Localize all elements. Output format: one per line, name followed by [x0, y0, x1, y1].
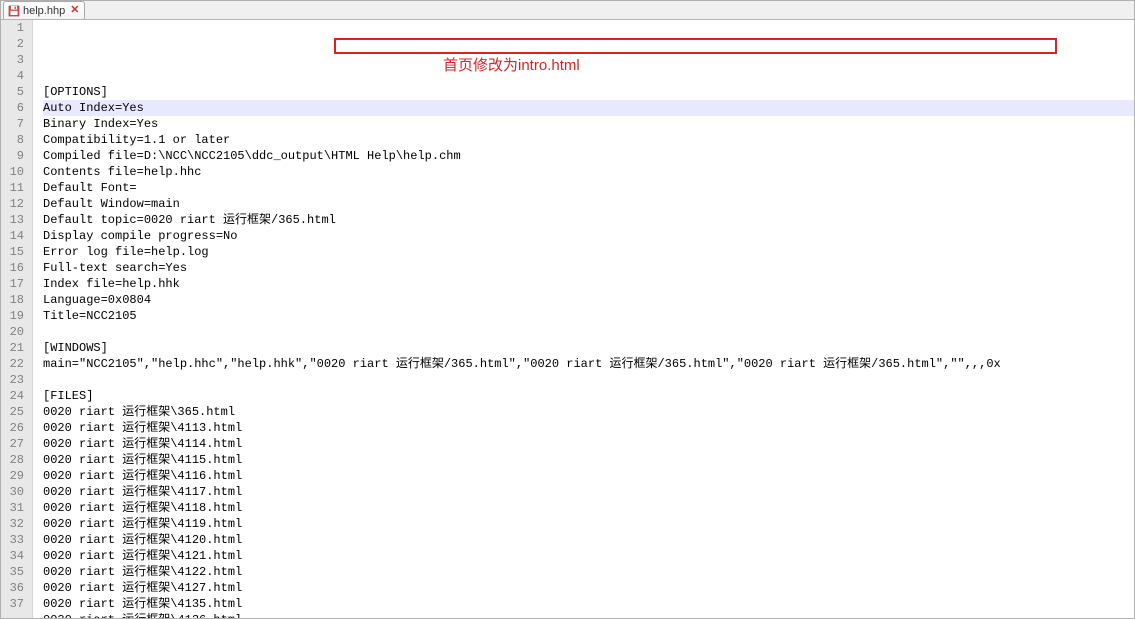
code-line[interactable]: 0020 riart 运行框架\4136.html [43, 612, 1134, 618]
code-line[interactable]: Language=0x0804 [43, 292, 1134, 308]
line-number: 31 [5, 500, 24, 516]
line-number: 29 [5, 468, 24, 484]
line-number: 17 [5, 276, 24, 292]
line-number: 12 [5, 196, 24, 212]
line-number: 24 [5, 388, 24, 404]
code-line[interactable]: [FILES] [43, 388, 1134, 404]
code-editor[interactable]: 1234567891011121314151617181920212223242… [1, 20, 1134, 618]
tab-label: help.hhp [23, 5, 65, 17]
code-line[interactable]: Binary Index=Yes [43, 116, 1134, 132]
line-number: 34 [5, 548, 24, 564]
code-line[interactable]: 0020 riart 运行框架\4121.html [43, 548, 1134, 564]
code-line[interactable]: Auto Index=Yes [43, 100, 1134, 116]
code-line[interactable]: Default topic=0020 riart 运行框架/365.html [43, 212, 1134, 228]
line-number: 13 [5, 212, 24, 228]
code-line[interactable]: main="NCC2105","help.hhc","help.hhk","00… [43, 356, 1134, 372]
line-number: 10 [5, 164, 24, 180]
code-line[interactable]: 0020 riart 运行框架\4120.html [43, 532, 1134, 548]
line-number: 2 [5, 36, 24, 52]
line-number: 37 [5, 596, 24, 612]
code-line[interactable]: 0020 riart 运行框架\4127.html [43, 580, 1134, 596]
line-number: 11 [5, 180, 24, 196]
line-number: 28 [5, 452, 24, 468]
line-number: 32 [5, 516, 24, 532]
code-line[interactable]: 0020 riart 运行框架\4116.html [43, 468, 1134, 484]
code-line[interactable]: Index file=help.hhk [43, 276, 1134, 292]
line-number: 7 [5, 116, 24, 132]
code-line[interactable]: 0020 riart 运行框架\4122.html [43, 564, 1134, 580]
code-line[interactable]: Contents file=help.hhc [43, 164, 1134, 180]
line-number: 23 [5, 372, 24, 388]
code-line[interactable]: Compatibility=1.1 or later [43, 132, 1134, 148]
tab-bar: help.hhp ✕ [1, 1, 1134, 20]
line-number: 19 [5, 308, 24, 324]
code-line[interactable]: Display compile progress=No [43, 228, 1134, 244]
code-line[interactable]: 0020 riart 运行框架\4118.html [43, 500, 1134, 516]
code-line[interactable]: 0020 riart 运行框架\365.html [43, 404, 1134, 420]
code-line[interactable]: Default Window=main [43, 196, 1134, 212]
line-number: 21 [5, 340, 24, 356]
file-tab[interactable]: help.hhp ✕ [3, 1, 85, 19]
code-line[interactable]: 0020 riart 运行框架\4119.html [43, 516, 1134, 532]
line-number: 3 [5, 52, 24, 68]
line-number: 26 [5, 420, 24, 436]
code-line[interactable] [43, 372, 1134, 388]
code-line[interactable]: Error log file=help.log [43, 244, 1134, 260]
line-number: 16 [5, 260, 24, 276]
line-number: 9 [5, 148, 24, 164]
line-number: 35 [5, 564, 24, 580]
line-number: 22 [5, 356, 24, 372]
line-number: 30 [5, 484, 24, 500]
code-line[interactable]: 0020 riart 运行框架\4115.html [43, 452, 1134, 468]
line-number: 14 [5, 228, 24, 244]
line-number: 6 [5, 100, 24, 116]
code-line[interactable]: [OPTIONS] [43, 84, 1134, 100]
line-number: 4 [5, 68, 24, 84]
code-line[interactable]: Title=NCC2105 [43, 308, 1134, 324]
code-line[interactable]: 0020 riart 运行框架\4117.html [43, 484, 1134, 500]
line-number: 36 [5, 580, 24, 596]
code-line[interactable]: Full-text search=Yes [43, 260, 1134, 276]
code-line[interactable]: Compiled file=D:\NCC\NCC2105\ddc_output\… [43, 148, 1134, 164]
line-number: 8 [5, 132, 24, 148]
floppy-disk-icon [8, 5, 20, 17]
line-number: 27 [5, 436, 24, 452]
code-line[interactable]: [WINDOWS] [43, 340, 1134, 356]
code-line[interactable]: 0020 riart 运行框架\4135.html [43, 596, 1134, 612]
annotation-text: 首页修改为intro.html [443, 58, 580, 74]
close-icon[interactable]: ✕ [70, 5, 79, 16]
line-number: 15 [5, 244, 24, 260]
line-number: 20 [5, 324, 24, 340]
line-number: 25 [5, 404, 24, 420]
code-line[interactable]: 0020 riart 运行框架\4114.html [43, 436, 1134, 452]
highlight-rectangle [334, 38, 1057, 54]
code-line[interactable] [43, 324, 1134, 340]
code-line[interactable]: Default Font= [43, 180, 1134, 196]
line-number: 1 [5, 20, 24, 36]
line-number: 5 [5, 84, 24, 100]
line-number: 18 [5, 292, 24, 308]
line-number-gutter: 1234567891011121314151617181920212223242… [1, 20, 33, 618]
line-number: 33 [5, 532, 24, 548]
code-area[interactable]: 首页修改为intro.html [OPTIONS]Auto Index=YesB… [33, 20, 1134, 618]
code-line[interactable]: 0020 riart 运行框架\4113.html [43, 420, 1134, 436]
